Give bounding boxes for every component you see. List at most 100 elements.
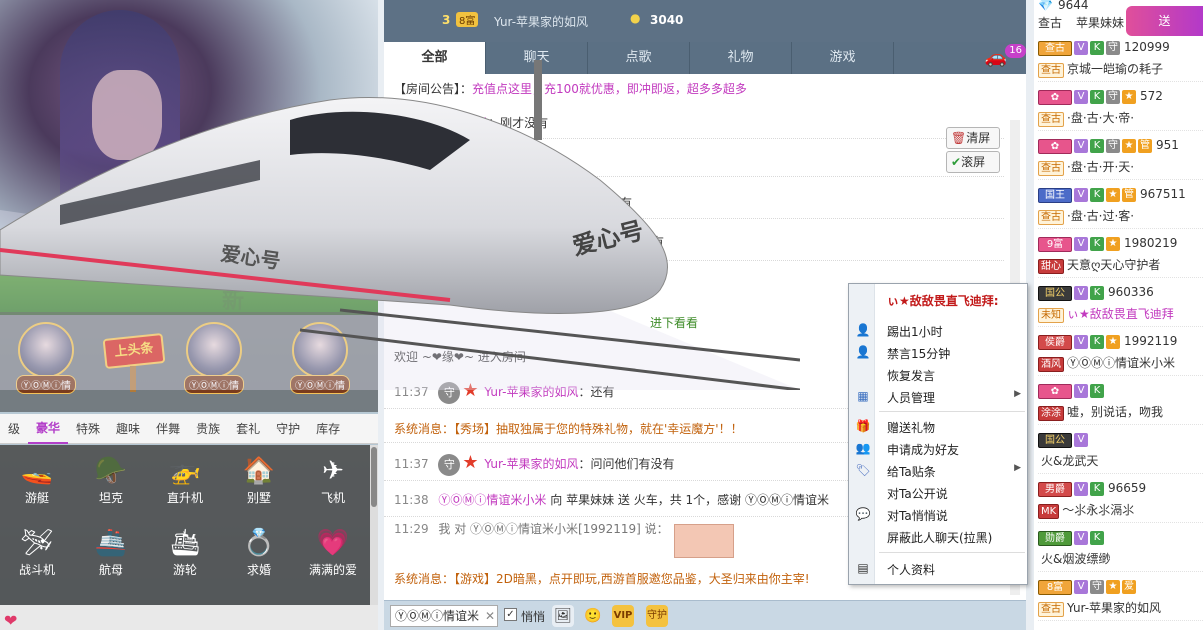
gift-item[interactable]: 🛳 游轮	[148, 525, 222, 597]
audience-user-row[interactable]: 男爵 V K 96659 MK 〜⺢永⺢滆⺢	[1038, 477, 1203, 523]
chat-username[interactable]: Yur-苹果家的如风	[484, 385, 578, 399]
car-icon[interactable]: 🚗 16	[966, 42, 1026, 74]
image-icon[interactable]: 🖼	[552, 605, 574, 627]
audience-user-row[interactable]: ✿ V K 涂涂 嘘，别说话，吻我	[1038, 379, 1203, 425]
user-name[interactable]: ·盘·古·过·客·	[1067, 209, 1134, 223]
avatar	[186, 322, 242, 378]
gift-scrollbar[interactable]	[370, 445, 378, 605]
contributor-name[interactable]: Yur-苹果家的如风	[494, 13, 588, 30]
audience-user-row[interactable]: ✿ V K 守 ★ 572 查古 ·盘·古·大·帝·	[1038, 85, 1203, 131]
car-badge: 16	[1005, 44, 1026, 58]
gift-grid: 🚤 游艇 🪖 坦克 🚁 直升机 🏠 别墅 ✈ 飞机 🛩 战斗机 🚢 航母 🛳 游轮 💍 求婚 💗 满满的爱	[0, 445, 370, 605]
announcement-text[interactable]: 充值点这里，充100就优惠，即冲即返，超多多超多	[472, 82, 747, 96]
gift-tab-noble[interactable]: 贵族	[188, 415, 228, 443]
gift-tab-luxury[interactable]: 豪华	[28, 414, 69, 444]
user-name[interactable]: ぃ★敌敌畏直飞迪拜	[1067, 307, 1174, 321]
user-badge-icon: 管	[1122, 188, 1136, 202]
stage-slot[interactable]: ⓎⓄⓂⓘ情	[290, 322, 350, 394]
gift-item[interactable]: 💗 满满的爱	[296, 525, 370, 597]
stage-slot[interactable]: ⓎⓄⓂⓘ情	[16, 322, 76, 394]
gift-tab-fun[interactable]: 趣味	[108, 415, 148, 443]
gift-tab-dance[interactable]: 伴舞	[148, 415, 188, 443]
heart-icon[interactable]: ❤	[4, 611, 17, 630]
tab-games[interactable]: 游戏	[792, 42, 894, 74]
gift-item[interactable]: 🚤 游艇	[0, 453, 74, 525]
recipient-select[interactable]: ⓎⓄⓂⓘ情谊米 ✕	[390, 605, 498, 627]
scrollbar-thumb[interactable]	[371, 447, 377, 507]
gift-item[interactable]: 🚁 直升机	[148, 453, 222, 525]
chat-username[interactable]: 果家的如风	[394, 154, 454, 168]
gift-item[interactable]: 🏠 别墅	[222, 453, 296, 525]
auto-scroll-button[interactable]: ✔滚屏	[946, 151, 1000, 173]
menu-separator	[879, 411, 1025, 412]
gift-item[interactable]: 🚢 航母	[74, 525, 148, 597]
user-tag: 甜心	[1038, 259, 1064, 274]
user-name[interactable]: Yur-苹果家的如风	[1067, 601, 1161, 615]
rank-badge: 勋爵	[1038, 531, 1072, 546]
gift-tab-inventory[interactable]: 库存	[308, 415, 348, 443]
top-user-name[interactable]: 苹果妹妹	[1076, 14, 1124, 31]
gift-tab-level[interactable]: 级	[0, 415, 28, 443]
user-name[interactable]: ⓎⓄⓂⓘ情谊米小米	[1067, 356, 1175, 370]
tab-all[interactable]: 全部	[384, 42, 486, 74]
close-icon[interactable]: ✕	[485, 606, 495, 626]
menu-item-user-management[interactable]: 人员管理 ▶	[887, 389, 1025, 406]
gift-tabs: 级 豪华 特殊 趣味 伴舞 贵族 套礼 守护 库存	[0, 414, 378, 444]
gift-item[interactable]: 💍 求婚	[222, 525, 296, 597]
chat-username[interactable]: Yur-苹果家的如风	[394, 116, 488, 130]
emoji-icon[interactable]: 🙂	[582, 605, 604, 627]
stage-slot[interactable]: ⓎⓄⓂⓘ情	[184, 322, 244, 394]
vip-icon[interactable]: VIP	[612, 605, 634, 627]
audience-user-row[interactable]: 国公 V K 960336 未知 ぃ★敌敌畏直飞迪拜	[1038, 281, 1203, 327]
menu-item-add-friend[interactable]: 申请成为好友	[887, 441, 1025, 458]
audience-user-row[interactable]: 国公 V 火&龙武天	[1038, 428, 1203, 474]
tab-gifts[interactable]: 礼物	[690, 42, 792, 74]
airplane-icon: ✈	[322, 456, 344, 486]
audience-user-row[interactable]: 国王 V K ★ 管 967511 查古 ·盘·古·过·客·	[1038, 183, 1203, 229]
user-name[interactable]: 〜⺢永⺢滆⺢	[1062, 503, 1134, 517]
gift-tab-guard[interactable]: 守护	[268, 415, 308, 443]
audience-user-row[interactable]: 侯爵 V K ★ 1992119 酒风 ⓎⓄⓂⓘ情谊米小米	[1038, 330, 1203, 376]
private-checkbox[interactable]: ✓	[504, 608, 517, 621]
audience-user-row[interactable]: ✿ V K 守 ★ 管 951 查古 ·盘·古·开·天·	[1038, 134, 1203, 180]
chat-username[interactable]: ⓎⓄⓂⓘ情谊米小米	[438, 493, 546, 507]
system-text[interactable]: 系统消息：【游戏】2D暗黑，点开即玩,西游首服邀您品鉴，大圣归来由你主宰!	[394, 572, 810, 586]
user-name[interactable]: 火&龙武天	[1041, 454, 1098, 468]
send-gift-button[interactable]: 送	[1126, 6, 1203, 36]
user-name[interactable]: ·盘·古·大·帝·	[1067, 111, 1134, 125]
user-name[interactable]: 天意ღ天心守护者	[1067, 258, 1160, 272]
menu-item-tag[interactable]: 给Ta贴条 ▶	[887, 463, 1025, 480]
menu-item-send-gift[interactable]: 赠送礼物	[887, 419, 1025, 436]
menu-item-mute[interactable]: 禁言15分钟	[887, 345, 1025, 362]
menu-item-profile[interactable]: 个人资料	[887, 561, 1025, 578]
gift-item[interactable]: 🛩 战斗机	[0, 525, 74, 597]
chat-username[interactable]: Yur-苹果家的如风	[484, 457, 578, 471]
user-tag: 查古	[1038, 161, 1064, 176]
menu-item-unmute[interactable]: 恢复发言	[887, 367, 1025, 384]
tab-chat[interactable]: 聊天	[486, 42, 588, 74]
system-text[interactable]: 系统消息：【秀场】抽取独属于您的特殊礼物，就在'幸运魔方'！！	[394, 422, 743, 436]
gift-tab-special[interactable]: 特殊	[68, 415, 108, 443]
user-name[interactable]: 火&烟波缥缈	[1041, 552, 1110, 566]
auto-scroll-label: 滚屏	[961, 155, 986, 169]
menu-item-block[interactable]: 屏蔽此人聊天(拉黑)	[887, 529, 1025, 546]
audience-user-row[interactable]: 8富 V 守 ★ 爱查古 Yur-苹果家的如风	[1038, 575, 1203, 621]
user-name[interactable]: 京城一皑瑜の耗子	[1067, 62, 1163, 76]
user-name[interactable]: 嘘，别说话，吻我	[1067, 405, 1163, 419]
check-icon: ✔	[951, 155, 962, 169]
contributor-rank: 3	[442, 13, 451, 27]
gift-item[interactable]: ✈ 飞机	[296, 453, 370, 525]
audience-user-row[interactable]: 9富 V K ★ 1980219 甜心 天意ღ天心守护者	[1038, 232, 1203, 278]
menu-item-public-chat[interactable]: 对Ta公开说	[887, 485, 1025, 502]
audience-user-row[interactable]: 勋爵 V K 火&烟波缥缈	[1038, 526, 1203, 572]
gift-item[interactable]: 🪖 坦克	[74, 453, 148, 525]
user-name[interactable]: ·盘·古·开·天·	[1067, 160, 1134, 174]
audience-user-row[interactable]: 查古 V K 守 120999 查古 京城一皑瑜の耗子	[1038, 36, 1203, 82]
guard-button[interactable]: 守护	[646, 605, 668, 627]
gift-tab-set[interactable]: 套礼	[228, 415, 268, 443]
clear-screen-button[interactable]: 🗑清屏	[946, 127, 1000, 149]
menu-item-kick[interactable]: 踢出1小时	[887, 323, 1025, 340]
menu-item-whisper[interactable]: 对Ta悄悄说	[887, 507, 1025, 524]
headline-badge[interactable]: 上头条	[102, 332, 166, 370]
tab-song-request[interactable]: 点歌	[588, 42, 690, 74]
